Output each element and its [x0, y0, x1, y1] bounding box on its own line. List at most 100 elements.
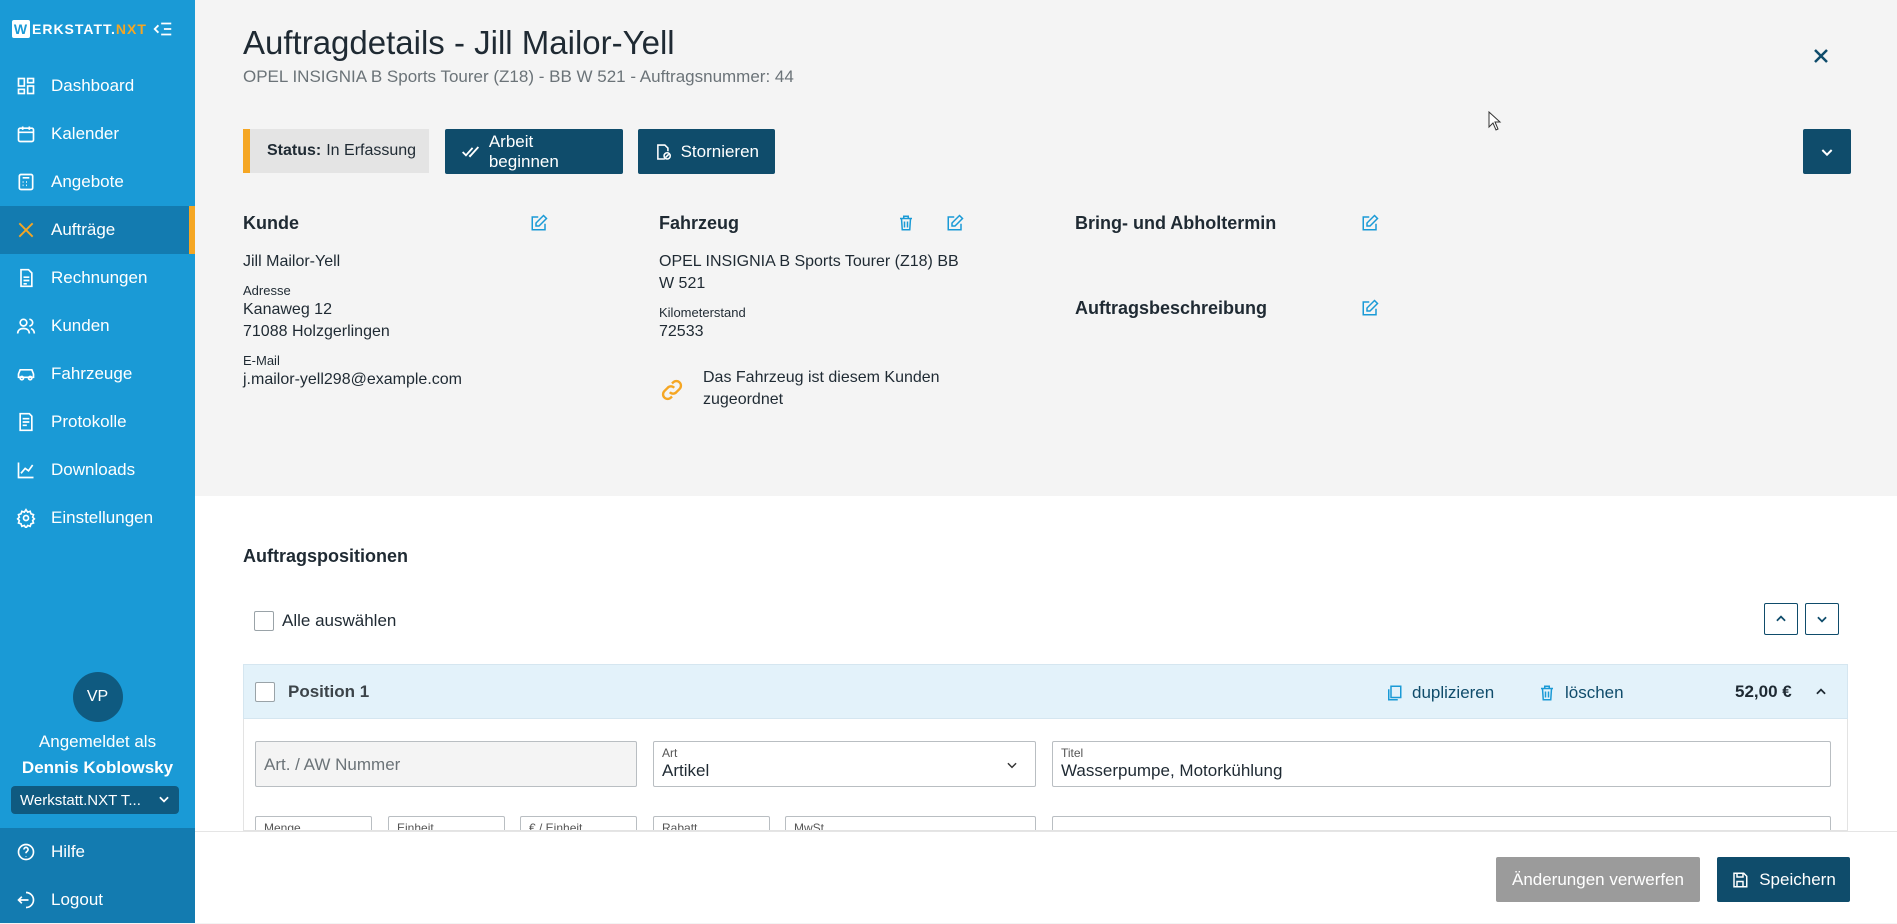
sidebar-item-dashboard[interactable]: Dashboard — [0, 62, 195, 110]
customer-heading: Kunde — [243, 213, 299, 233]
art-number-placeholder: Art. / AW Nummer — [264, 755, 401, 774]
duplicate-label: duplizieren — [1412, 682, 1495, 702]
order-details-panel: Auftragdetails - Jill Mailor-Yell OPEL I… — [195, 0, 1897, 496]
protocol-icon — [19, 412, 33, 432]
app-logo[interactable]: W ERKSTATT. NXT — [12, 18, 147, 40]
user-info: VP Angemeldet als Dennis Koblowsky — [0, 672, 195, 778]
appointment-heading: Bring- und Abholtermin — [1075, 213, 1277, 233]
logo-text: ERKSTATT. — [32, 21, 116, 37]
status-value: In Erfassung — [326, 142, 417, 159]
vat-input[interactable]: MwSt. — [785, 816, 1036, 831]
avatar[interactable]: VP — [72, 672, 123, 722]
chevron-up-icon — [1776, 615, 1786, 622]
sidebar-item-protokolle[interactable]: Protokolle — [0, 398, 195, 446]
trash-icon[interactable] — [897, 214, 915, 232]
type-label: Art — [662, 746, 678, 760]
art-number-input[interactable]: Art. / AW Nummer — [255, 741, 637, 787]
car-icon — [17, 369, 35, 381]
footer-bar: Änderungen verwerfen Speichern — [195, 831, 1897, 923]
select-all-checkbox[interactable] — [254, 611, 274, 631]
select-all-label: Alle auswählen — [282, 611, 397, 630]
users-icon — [16, 318, 36, 334]
positions-section: Auftragspositionen Alle auswählen Positi… — [195, 496, 1897, 831]
sidebar-nav: Dashboard Kalender Angebote Aufträge Rec… — [0, 62, 195, 542]
position-amount: 52,00 € — [1735, 682, 1792, 701]
sidebar-item-hilfe[interactable]: Hilfe — [0, 828, 195, 876]
position-header[interactable]: Position 1 duplizieren löschen 52,00 € — [243, 664, 1848, 719]
title-label: Titel — [1061, 746, 1084, 760]
chevron-down-icon — [159, 796, 169, 803]
delete-label: löschen — [1565, 682, 1624, 702]
position-checkbox[interactable] — [255, 682, 275, 702]
type-value: Artikel — [662, 761, 710, 780]
unit-price-label: € / Einheit — [529, 821, 583, 831]
sidebar-item-label: Logout — [51, 890, 103, 909]
page-subtitle: OPEL INSIGNIA B Sports Tourer (Z18) - BB… — [243, 67, 794, 86]
chevron-down-icon — [1817, 616, 1827, 623]
trash-icon — [1541, 685, 1553, 700]
unit-input[interactable]: Einheit — [388, 816, 505, 831]
discard-changes-button[interactable]: Änderungen verwerfen — [1496, 857, 1700, 902]
chevron-down-icon — [1821, 148, 1833, 156]
close-icon[interactable] — [1809, 44, 1833, 68]
sidebar-item-kunden[interactable]: Kunden — [0, 302, 195, 350]
save-button[interactable]: Speichern — [1717, 857, 1850, 902]
chevron-up-icon[interactable] — [1814, 685, 1828, 699]
start-work-label: Arbeit beginnen — [488, 131, 559, 171]
edit-appointment-icon[interactable] — [1361, 214, 1379, 232]
move-down-button[interactable] — [1805, 603, 1839, 635]
vat-label: MwSt. — [794, 821, 828, 831]
double-check-icon — [462, 145, 480, 157]
edit-customer-icon[interactable] — [530, 214, 548, 232]
move-up-button[interactable] — [1764, 603, 1798, 635]
vehicle-heading: Fahrzeug — [659, 213, 740, 233]
sidebar-item-auftraege[interactable]: Aufträge — [0, 206, 195, 254]
sidebar-item-angebote[interactable]: Angebote — [0, 158, 195, 206]
chart-icon — [17, 462, 34, 479]
customer-city: 71088 Holzgerlingen — [243, 323, 390, 340]
description-input[interactable] — [1052, 816, 1831, 830]
tenant-name: Werkstatt.NXT T... — [20, 791, 141, 809]
invoice-icon — [20, 268, 33, 288]
sidebar-bottom: Hilfe Logout — [0, 828, 195, 923]
discount-input[interactable]: Rabatt — [653, 816, 770, 830]
customer-email: j.mailor-yell298@example.com — [243, 371, 462, 388]
sidebar-item-label: Angebote — [51, 172, 124, 191]
sidebar-item-label: Downloads — [51, 460, 136, 479]
edit-vehicle-icon[interactable] — [946, 214, 964, 232]
unit-price-input[interactable]: € / Einheit — [520, 816, 637, 831]
sidebar-item-label: Rechnungen — [51, 268, 148, 287]
start-work-button[interactable]: Arbeit beginnen — [445, 129, 623, 174]
type-select[interactable]: Art Artikel — [653, 741, 1036, 787]
chevron-down-icon — [1007, 762, 1017, 769]
sidebar-item-rechnungen[interactable]: Rechnungen — [0, 254, 195, 302]
copy-icon — [1388, 685, 1402, 700]
sidebar-item-fahrzeuge[interactable]: Fahrzeuge — [0, 350, 195, 398]
link-icon — [661, 379, 683, 401]
sidebar-item-logout[interactable]: Logout — [0, 876, 195, 924]
title-input[interactable]: Titel Wasserpumpe, Motorkühlung — [1052, 741, 1831, 787]
vehicle-link-line1: Das Fahrzeug ist diesem Kunden — [703, 369, 940, 386]
duplicate-button[interactable]: duplizieren — [1385, 665, 1494, 720]
delete-button[interactable]: löschen — [1538, 665, 1624, 720]
customer-email-label: E-Mail — [243, 353, 280, 368]
position-body: Art. / AW Nummer Art Artikel Titel Wasse… — [243, 719, 1848, 831]
sidebar-item-downloads[interactable]: Downloads — [0, 446, 195, 494]
unit-label: Einheit — [397, 821, 434, 831]
logo-nxt: NXT — [115, 21, 147, 37]
sidebar-item-einstellungen[interactable]: Einstellungen — [0, 494, 195, 542]
document-cancel-icon — [657, 143, 672, 160]
quantity-input[interactable]: Menge — [255, 816, 372, 830]
mileage-label: Kilometerstand — [659, 305, 746, 320]
status-badge: Status: In Erfassung — [243, 129, 429, 173]
tenant-select[interactable]: Werkstatt.NXT T... — [11, 786, 179, 814]
edit-description-icon[interactable] — [1361, 299, 1379, 317]
cancel-order-button[interactable]: Stornieren — [638, 129, 775, 174]
sidebar-item-kalender[interactable]: Kalender — [0, 110, 195, 158]
collapse-sidebar-icon[interactable] — [152, 18, 174, 40]
status-label: Status: — [267, 142, 322, 159]
more-actions-button[interactable] — [1803, 129, 1851, 174]
sidebar-item-label: Einstellungen — [51, 508, 154, 527]
sidebar-item-label: Kalender — [51, 124, 120, 143]
calendar-icon — [17, 126, 35, 143]
